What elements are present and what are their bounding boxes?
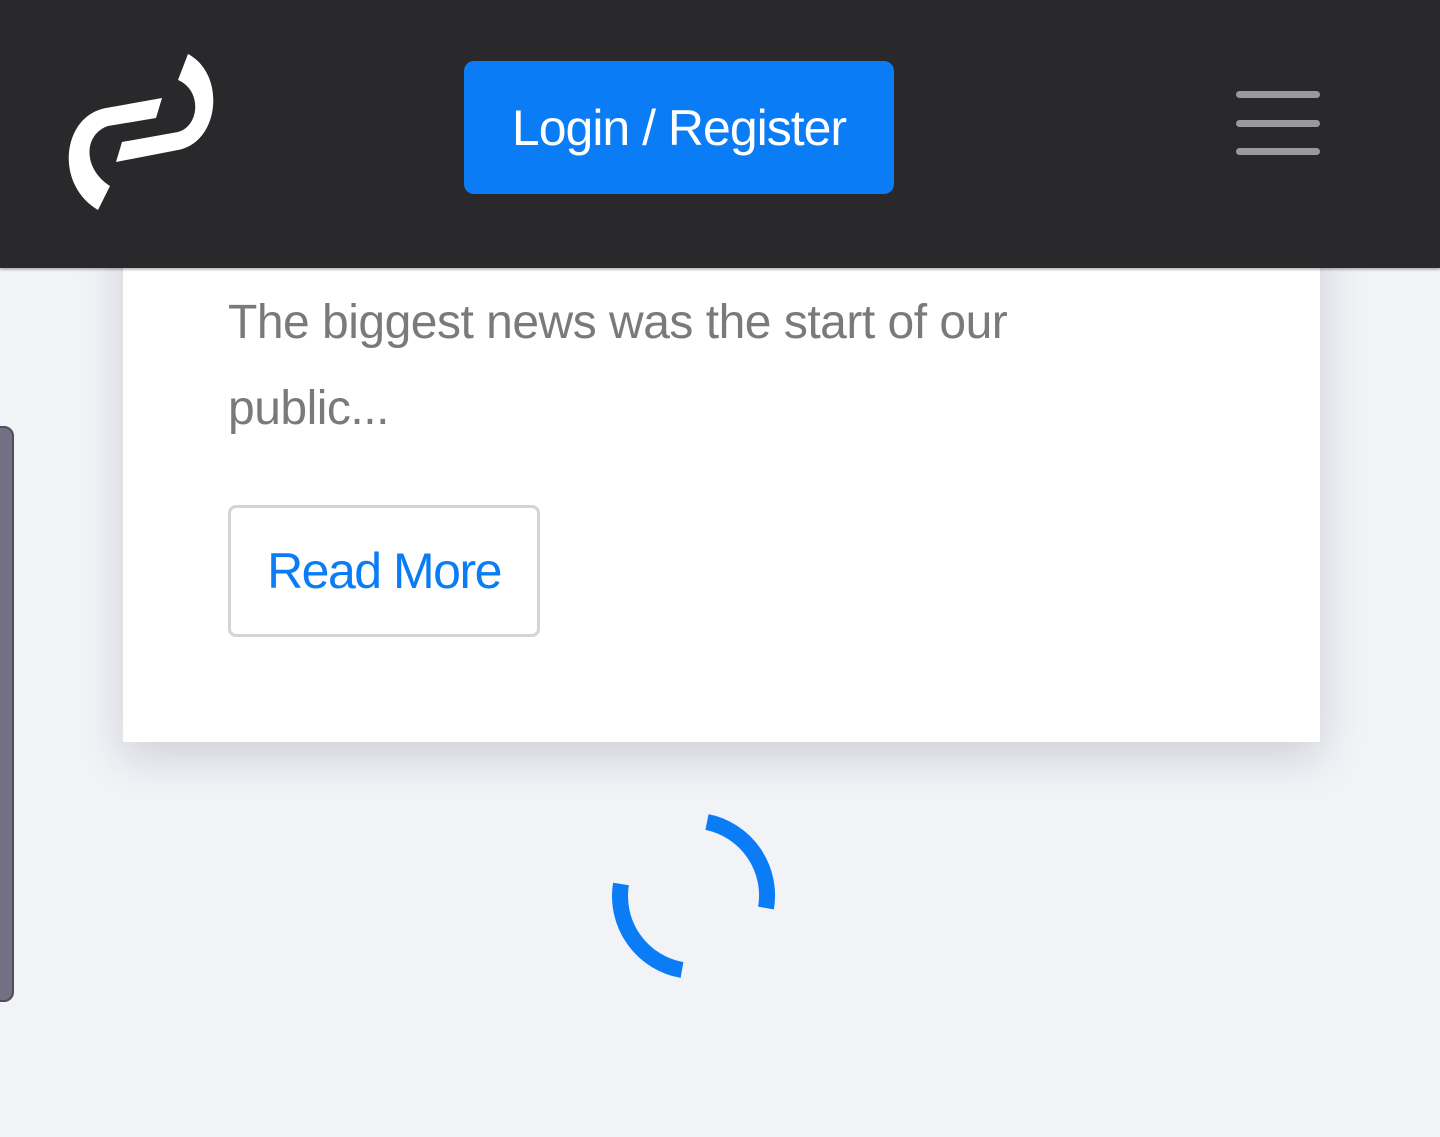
login-register-button[interactable]: Login / Register	[464, 61, 894, 194]
news-card: The biggest news was the start of our pu…	[123, 200, 1320, 742]
page: Login / Register The biggest news was th…	[0, 0, 1440, 1137]
top-navigation-bar: Login / Register	[0, 0, 1440, 268]
menu-button[interactable]	[1222, 80, 1334, 168]
app-logo-icon[interactable]	[66, 46, 216, 214]
loading-spinner-icon	[612, 814, 776, 978]
news-excerpt: The biggest news was the start of our pu…	[228, 296, 1008, 435]
read-more-button[interactable]: Read More	[228, 505, 540, 637]
side-drawer-handle[interactable]	[0, 426, 14, 1002]
